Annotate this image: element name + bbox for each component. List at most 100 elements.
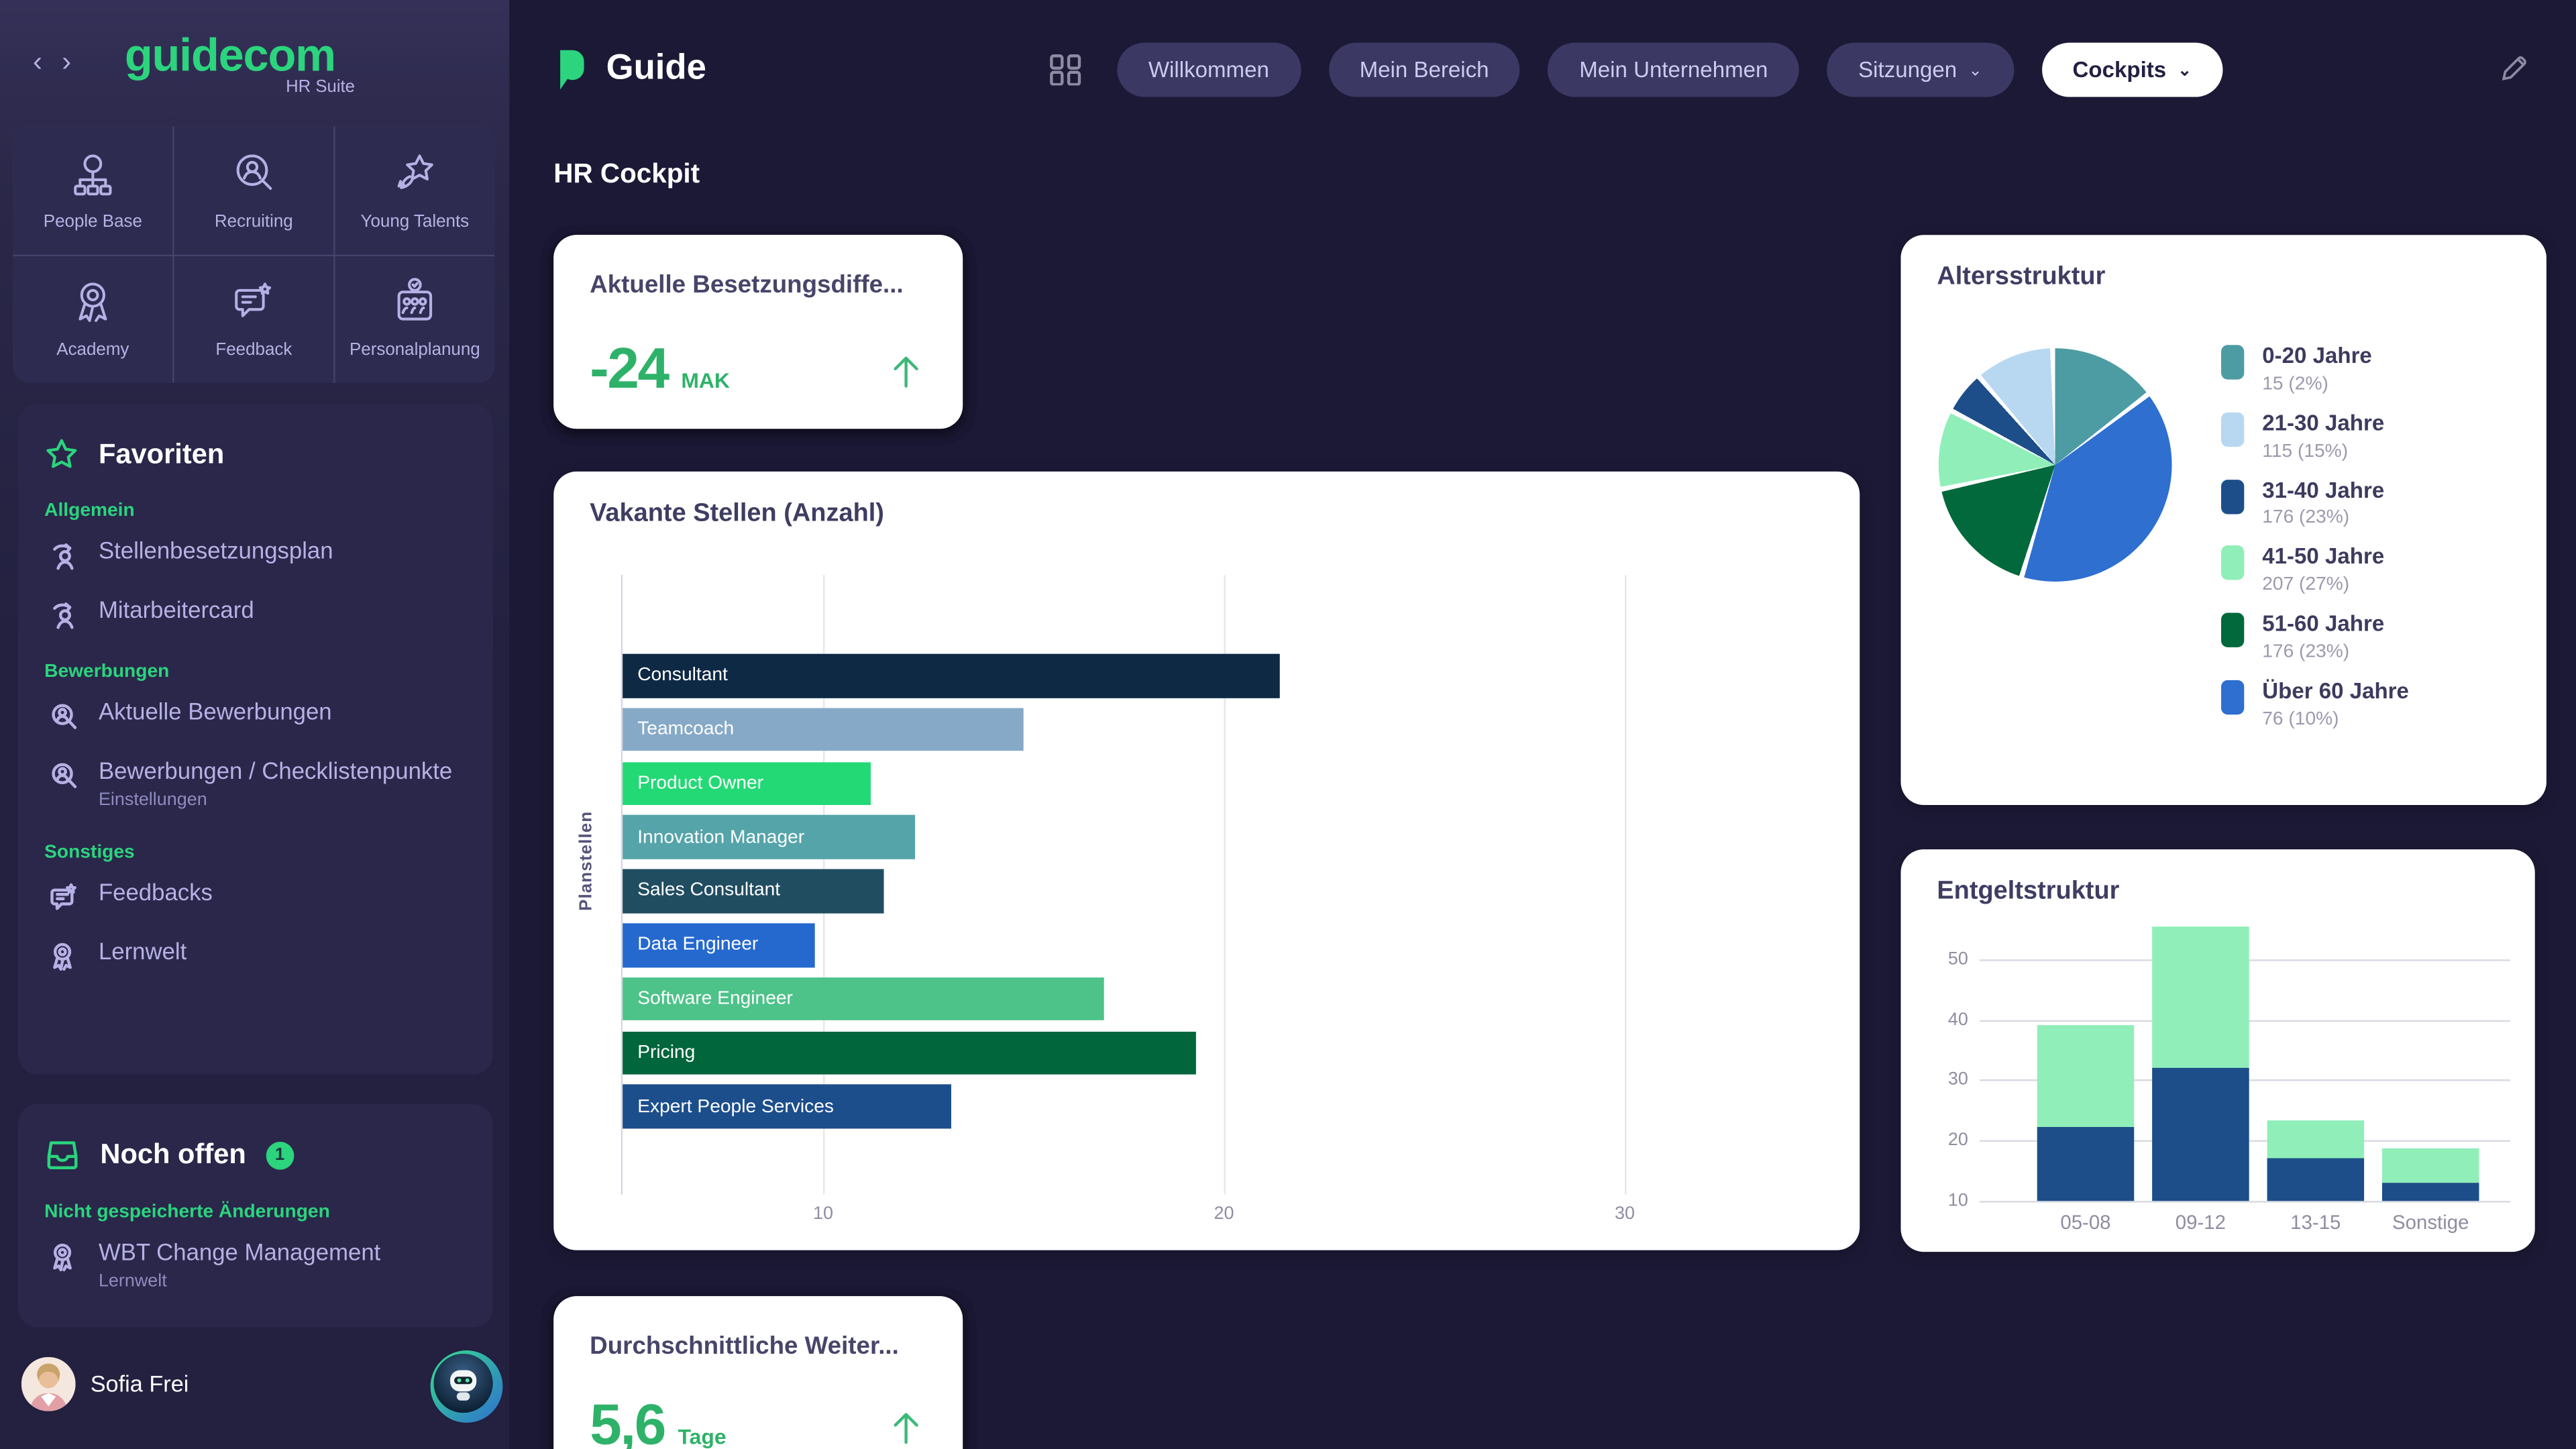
apps-grid-icon[interactable] bbox=[1050, 54, 1081, 86]
favorite-item-label: Feedbacks bbox=[99, 881, 213, 908]
nav-pill-label: Mein Bereich bbox=[1360, 58, 1489, 83]
legend-text: 0-20 Jahre15 (2%) bbox=[2262, 343, 2372, 394]
brand-word: guidecom bbox=[99, 30, 362, 82]
bar-label: Pricing bbox=[623, 1043, 695, 1063]
favorite-item-label: Bewerbungen / Checklistenpunkte bbox=[99, 759, 452, 786]
trend-up-icon bbox=[888, 1408, 922, 1449]
open-item-text: WBT Change ManagementLernwelt bbox=[99, 1240, 380, 1292]
age-structure-card: Altersstruktur 0-20 Jahre15 (2%)21-30 Ja… bbox=[1900, 235, 2546, 805]
legend-item: 51-60 Jahre 176 (23%) bbox=[2221, 611, 2384, 662]
nav-pill-mein-bereich[interactable]: Mein Bereich bbox=[1328, 43, 1520, 97]
favorite-item-label: Lernwelt bbox=[99, 941, 186, 967]
nav-pill-label: Mein Unternehmen bbox=[1579, 58, 1768, 83]
header-nav: Willkommen Mein Bereich Mein Unternehmen Si… bbox=[1117, 43, 2222, 97]
bar-pricing[interactable]: Pricing bbox=[623, 1031, 1196, 1075]
segment-lower bbox=[2037, 1127, 2134, 1201]
legend-swatch bbox=[2221, 412, 2244, 446]
nav-pill-label: Willkommen bbox=[1148, 58, 1269, 83]
bar-expert-people-services[interactable]: Expert People Services bbox=[623, 1085, 951, 1128]
legend-text: Über 60 Jahre76 (10%) bbox=[2262, 678, 2409, 729]
column-09-12[interactable] bbox=[2152, 917, 2249, 1201]
kpi-value-row: -24MAK bbox=[590, 337, 922, 402]
favorite-item-sub: Einstellungen bbox=[99, 791, 452, 810]
column-05-08[interactable] bbox=[2037, 917, 2134, 1201]
edit-pencil-icon[interactable] bbox=[2499, 54, 2528, 84]
kpi-card: Aktuelle Besetzungsdiffe... -24MAK bbox=[553, 235, 962, 429]
pay-plot: 102030405005-0809-1213-15Sonstige bbox=[1980, 917, 2510, 1201]
favorite-item-label: Aktuelle Bewerbungen bbox=[99, 700, 332, 727]
person-transfer-icon bbox=[48, 600, 77, 629]
favorite-item-text: Stellenbesetzungsplan bbox=[99, 539, 333, 566]
chevron-down-icon: ⌄ bbox=[2178, 62, 2192, 80]
legend-value: 176 (23%) bbox=[2262, 643, 2384, 662]
bar-label: Consultant bbox=[623, 665, 728, 685]
favorite-item[interactable]: Stellenbesetzungsplan bbox=[18, 524, 493, 583]
open-item[interactable]: WBT Change ManagementLernwelt bbox=[18, 1226, 493, 1305]
recruiting-search-icon bbox=[228, 149, 279, 200]
nav-pill-sitzungen[interactable]: Sitzungen⌄ bbox=[1827, 43, 2014, 97]
column-13-15[interactable] bbox=[2267, 917, 2364, 1201]
young-talents-star-icon bbox=[389, 149, 440, 200]
y-tick-label: 10 bbox=[1948, 1191, 1968, 1211]
favorite-item-text: Aktuelle Bewerbungen bbox=[99, 700, 332, 727]
pay-chart-title: Entgeltstruktur bbox=[1937, 877, 2119, 907]
sidebar-tile-young-talents[interactable]: Young Talents bbox=[335, 127, 495, 254]
favorite-item[interactable]: Aktuelle Bewerbungen bbox=[18, 685, 493, 744]
hr-dashboard: ‹ › guidecom HR Suite People BaseRecruit… bbox=[0, 0, 2576, 1449]
x-tick-label: 30 bbox=[1615, 1204, 1635, 1224]
module-grid: People BaseRecruitingYoung Talents Academ… bbox=[13, 127, 495, 383]
kpi-value: 5,6 bbox=[590, 1393, 665, 1449]
x-category-label: 05-08 bbox=[2037, 1211, 2134, 1234]
legend-text: 31-40 Jahre176 (23%) bbox=[2262, 478, 2384, 529]
legend-item: 21-30 Jahre115 (15%) bbox=[2221, 411, 2384, 462]
legend-label: 51-60 Jahre bbox=[2262, 611, 2384, 639]
favorite-item[interactable]: Lernwelt bbox=[18, 926, 493, 985]
bar-teamcoach[interactable]: Teamcoach bbox=[623, 708, 1023, 751]
assistant-robot-button[interactable] bbox=[431, 1350, 503, 1423]
pay-structure-card: Entgeltstruktur 102030405005-0809-1213-1… bbox=[1900, 849, 2534, 1252]
favorite-item[interactable]: Mitarbeitercard bbox=[18, 583, 493, 642]
legend-item: Über 60 Jahre76 (10%) bbox=[2221, 678, 2409, 729]
bar-data-engineer[interactable]: Data Engineer bbox=[623, 923, 815, 967]
legend-value: 207 (27%) bbox=[2262, 576, 2384, 595]
sidebar-tile-recruiting[interactable]: Recruiting bbox=[174, 127, 334, 254]
user-row: Sofia Frei bbox=[0, 1344, 509, 1426]
bar-sales-consultant[interactable]: Sales Consultant bbox=[623, 869, 883, 913]
age-pie-chart bbox=[1939, 348, 2172, 582]
vacancies-chart-card: Vakante Stellen (Anzahl) Planstellen 102… bbox=[553, 472, 1860, 1250]
sidebar-tile-feedback[interactable]: Feedback bbox=[174, 256, 334, 383]
nav-pill-mein-unternehmen[interactable]: Mein Unternehmen bbox=[1548, 43, 1799, 97]
legend-value: 15 (2%) bbox=[2262, 374, 2372, 394]
segment-lower bbox=[2152, 1068, 2249, 1201]
y-tick-label: 40 bbox=[1948, 1010, 1968, 1029]
bar-product-owner[interactable]: Product Owner bbox=[623, 761, 871, 805]
back-icon[interactable]: ‹ bbox=[33, 46, 42, 79]
forward-icon[interactable]: › bbox=[62, 46, 71, 79]
bar-label: Teamcoach bbox=[623, 720, 734, 739]
sidebar-tile-label: Feedback bbox=[215, 341, 292, 360]
nav-pill-cockpits[interactable]: Cockpits⌄ bbox=[2041, 43, 2222, 97]
user-avatar[interactable] bbox=[21, 1357, 76, 1411]
bar-software-engineer[interactable]: Software Engineer bbox=[623, 977, 1104, 1021]
favorite-item[interactable]: Bewerbungen / Checklistenpunkte Einstellu… bbox=[18, 744, 493, 823]
user-photo bbox=[21, 1357, 76, 1411]
sidebar-tile-academy[interactable]: Academy bbox=[13, 256, 173, 383]
favorite-item-label: Stellenbesetzungsplan bbox=[99, 539, 333, 566]
sidebar-tile-personalplanung[interactable]: Personalplanung bbox=[335, 256, 495, 383]
bar-label: Innovation Manager bbox=[623, 827, 804, 847]
bar-label: Software Engineer bbox=[623, 989, 793, 1008]
sidebar-tile-people-base[interactable]: People Base bbox=[13, 127, 173, 254]
legend-label: Über 60 Jahre bbox=[2262, 678, 2409, 706]
bar-consultant[interactable]: Consultant bbox=[623, 654, 1280, 698]
kpi-title: Aktuelle Besetzungsdiffe... bbox=[590, 271, 932, 299]
academy-award-icon bbox=[67, 278, 118, 329]
favorite-item-text: Feedbacks bbox=[99, 881, 213, 908]
y-tick-label: 20 bbox=[1948, 1130, 1968, 1150]
kpi-unit: MAK bbox=[681, 368, 730, 393]
bar-innovation-manager[interactable]: Innovation Manager bbox=[623, 816, 915, 859]
brand-logo: guidecom HR Suite bbox=[99, 30, 362, 97]
favorite-item[interactable]: Feedbacks bbox=[18, 866, 493, 925]
nav-pill-willkommen[interactable]: Willkommen bbox=[1117, 43, 1300, 97]
column-sonstige[interactable] bbox=[2382, 917, 2479, 1201]
x-category-label: 13-15 bbox=[2267, 1211, 2364, 1234]
